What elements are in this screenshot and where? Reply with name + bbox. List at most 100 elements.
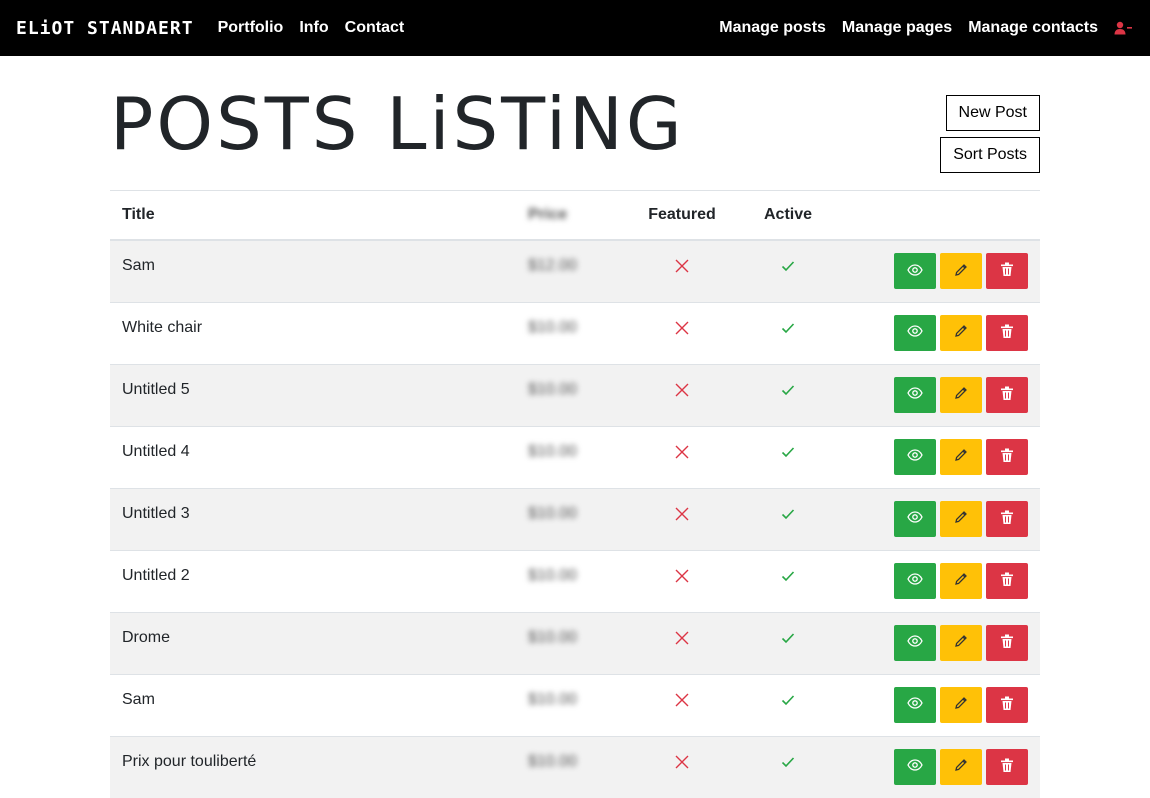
sort-posts-button[interactable]: Sort Posts xyxy=(940,137,1040,173)
post-price-cell: $10.00 xyxy=(516,611,616,674)
nav-link-manage-contacts[interactable]: Manage contacts xyxy=(968,19,1098,37)
check-icon xyxy=(781,675,795,711)
pencil-icon xyxy=(953,509,969,528)
edit-button[interactable] xyxy=(940,748,982,785)
post-title[interactable]: Untitled 5 xyxy=(122,365,504,399)
view-button[interactable] xyxy=(894,686,936,723)
pencil-icon xyxy=(953,323,969,342)
pencil-icon xyxy=(953,447,969,466)
trash-icon xyxy=(1000,448,1014,466)
post-active-cell xyxy=(748,611,828,674)
post-title-cell: Untitled 4 xyxy=(110,425,516,488)
nav-link-manage-pages[interactable]: Manage pages xyxy=(842,19,952,37)
edit-button[interactable] xyxy=(940,562,982,599)
pencil-icon xyxy=(953,571,969,590)
delete-button[interactable] xyxy=(986,253,1028,289)
table-row: Untitled 4 $10.00 xyxy=(110,425,1040,488)
post-price-cell: $10.00 xyxy=(516,363,616,426)
post-price: $10.00 xyxy=(528,504,577,522)
view-button[interactable] xyxy=(894,748,936,785)
post-title[interactable]: Untitled 3 xyxy=(122,489,504,523)
posts-table: Title Price Featured Active Sam $12.00 Whi… xyxy=(110,190,1040,798)
post-featured-cell xyxy=(616,735,748,798)
delete-button[interactable] xyxy=(986,314,1028,351)
edit-button[interactable] xyxy=(940,624,982,661)
post-title[interactable]: Sam xyxy=(122,675,504,709)
table-row: White chair $10.00 xyxy=(110,301,1040,364)
nav-link-info[interactable]: Info xyxy=(299,19,328,37)
nav-link-contact[interactable]: Contact xyxy=(345,19,405,37)
edit-button[interactable] xyxy=(940,253,982,289)
post-title[interactable]: Drome xyxy=(122,613,504,647)
cross-icon xyxy=(675,427,689,464)
check-icon xyxy=(781,241,795,277)
trash-icon xyxy=(1000,696,1014,714)
post-price: $10.00 xyxy=(528,318,577,336)
check-icon xyxy=(781,365,795,401)
edit-button[interactable] xyxy=(940,686,982,723)
edit-button[interactable] xyxy=(940,500,982,537)
post-title[interactable]: White chair xyxy=(122,303,504,337)
delete-button[interactable] xyxy=(986,624,1028,661)
delete-button[interactable] xyxy=(986,562,1028,599)
delete-button[interactable] xyxy=(986,376,1028,413)
page-title: POSTS LiSTiNG xyxy=(110,82,685,166)
edit-button[interactable] xyxy=(940,376,982,413)
brand-logo[interactable]: ELiOT STANDAERT xyxy=(16,18,194,39)
post-actions-cell xyxy=(828,425,1040,488)
edit-button[interactable] xyxy=(940,438,982,475)
post-price-cell: $10.00 xyxy=(516,487,616,550)
post-title[interactable]: Sam xyxy=(122,241,504,275)
post-featured-cell xyxy=(616,425,748,488)
column-header-price[interactable]: Price xyxy=(516,190,616,241)
post-featured-cell xyxy=(616,611,748,674)
column-header-active[interactable]: Active xyxy=(748,190,828,241)
post-actions-cell xyxy=(828,363,1040,426)
cross-icon xyxy=(675,551,689,588)
table-row: Drome $10.00 xyxy=(110,611,1040,674)
eye-icon xyxy=(907,511,923,526)
post-title[interactable]: Untitled 4 xyxy=(122,427,504,461)
price-header-label: Price xyxy=(528,206,568,223)
view-button[interactable] xyxy=(894,376,936,413)
delete-button[interactable] xyxy=(986,686,1028,723)
post-active-cell xyxy=(748,549,828,612)
delete-button[interactable] xyxy=(986,500,1028,537)
eye-icon xyxy=(907,263,923,279)
eye-icon xyxy=(907,449,923,464)
edit-button[interactable] xyxy=(940,314,982,351)
nav-link-manage-posts[interactable]: Manage posts xyxy=(719,19,826,37)
table-row: Prix pour touliberté $10.00 xyxy=(110,735,1040,798)
post-actions-cell xyxy=(828,239,1040,302)
post-title-cell: Sam xyxy=(110,673,516,736)
trash-icon xyxy=(1000,572,1014,590)
cross-icon xyxy=(675,303,689,340)
view-button[interactable] xyxy=(894,500,936,537)
column-header-featured[interactable]: Featured xyxy=(616,190,748,241)
post-title[interactable]: Prix pour touliberté xyxy=(122,737,504,771)
table-body: Sam $12.00 White chair $10.00 Untitled 5 $10.… xyxy=(110,239,1040,798)
column-header-title[interactable]: Title xyxy=(110,190,516,241)
post-actions-cell xyxy=(828,611,1040,674)
user-minus-icon[interactable] xyxy=(1114,20,1132,36)
post-title-cell: Drome xyxy=(110,611,516,674)
column-header-actions xyxy=(828,190,1040,241)
delete-button[interactable] xyxy=(986,748,1028,785)
post-title[interactable]: Untitled 2 xyxy=(122,551,504,585)
pencil-icon xyxy=(953,633,969,652)
view-button[interactable] xyxy=(894,438,936,475)
view-button[interactable] xyxy=(894,253,936,289)
view-button[interactable] xyxy=(894,624,936,661)
view-button[interactable] xyxy=(894,562,936,599)
delete-button[interactable] xyxy=(986,438,1028,475)
check-icon xyxy=(781,427,795,463)
pencil-icon xyxy=(953,757,969,776)
cross-icon xyxy=(675,675,689,712)
post-active-cell xyxy=(748,673,828,736)
post-price-cell: $10.00 xyxy=(516,735,616,798)
view-button[interactable] xyxy=(894,314,936,351)
post-price: $12.00 xyxy=(528,257,577,274)
new-post-button[interactable]: New Post xyxy=(945,95,1040,131)
nav-link-portfolio[interactable]: Portfolio xyxy=(218,19,284,37)
cross-icon xyxy=(675,241,689,278)
